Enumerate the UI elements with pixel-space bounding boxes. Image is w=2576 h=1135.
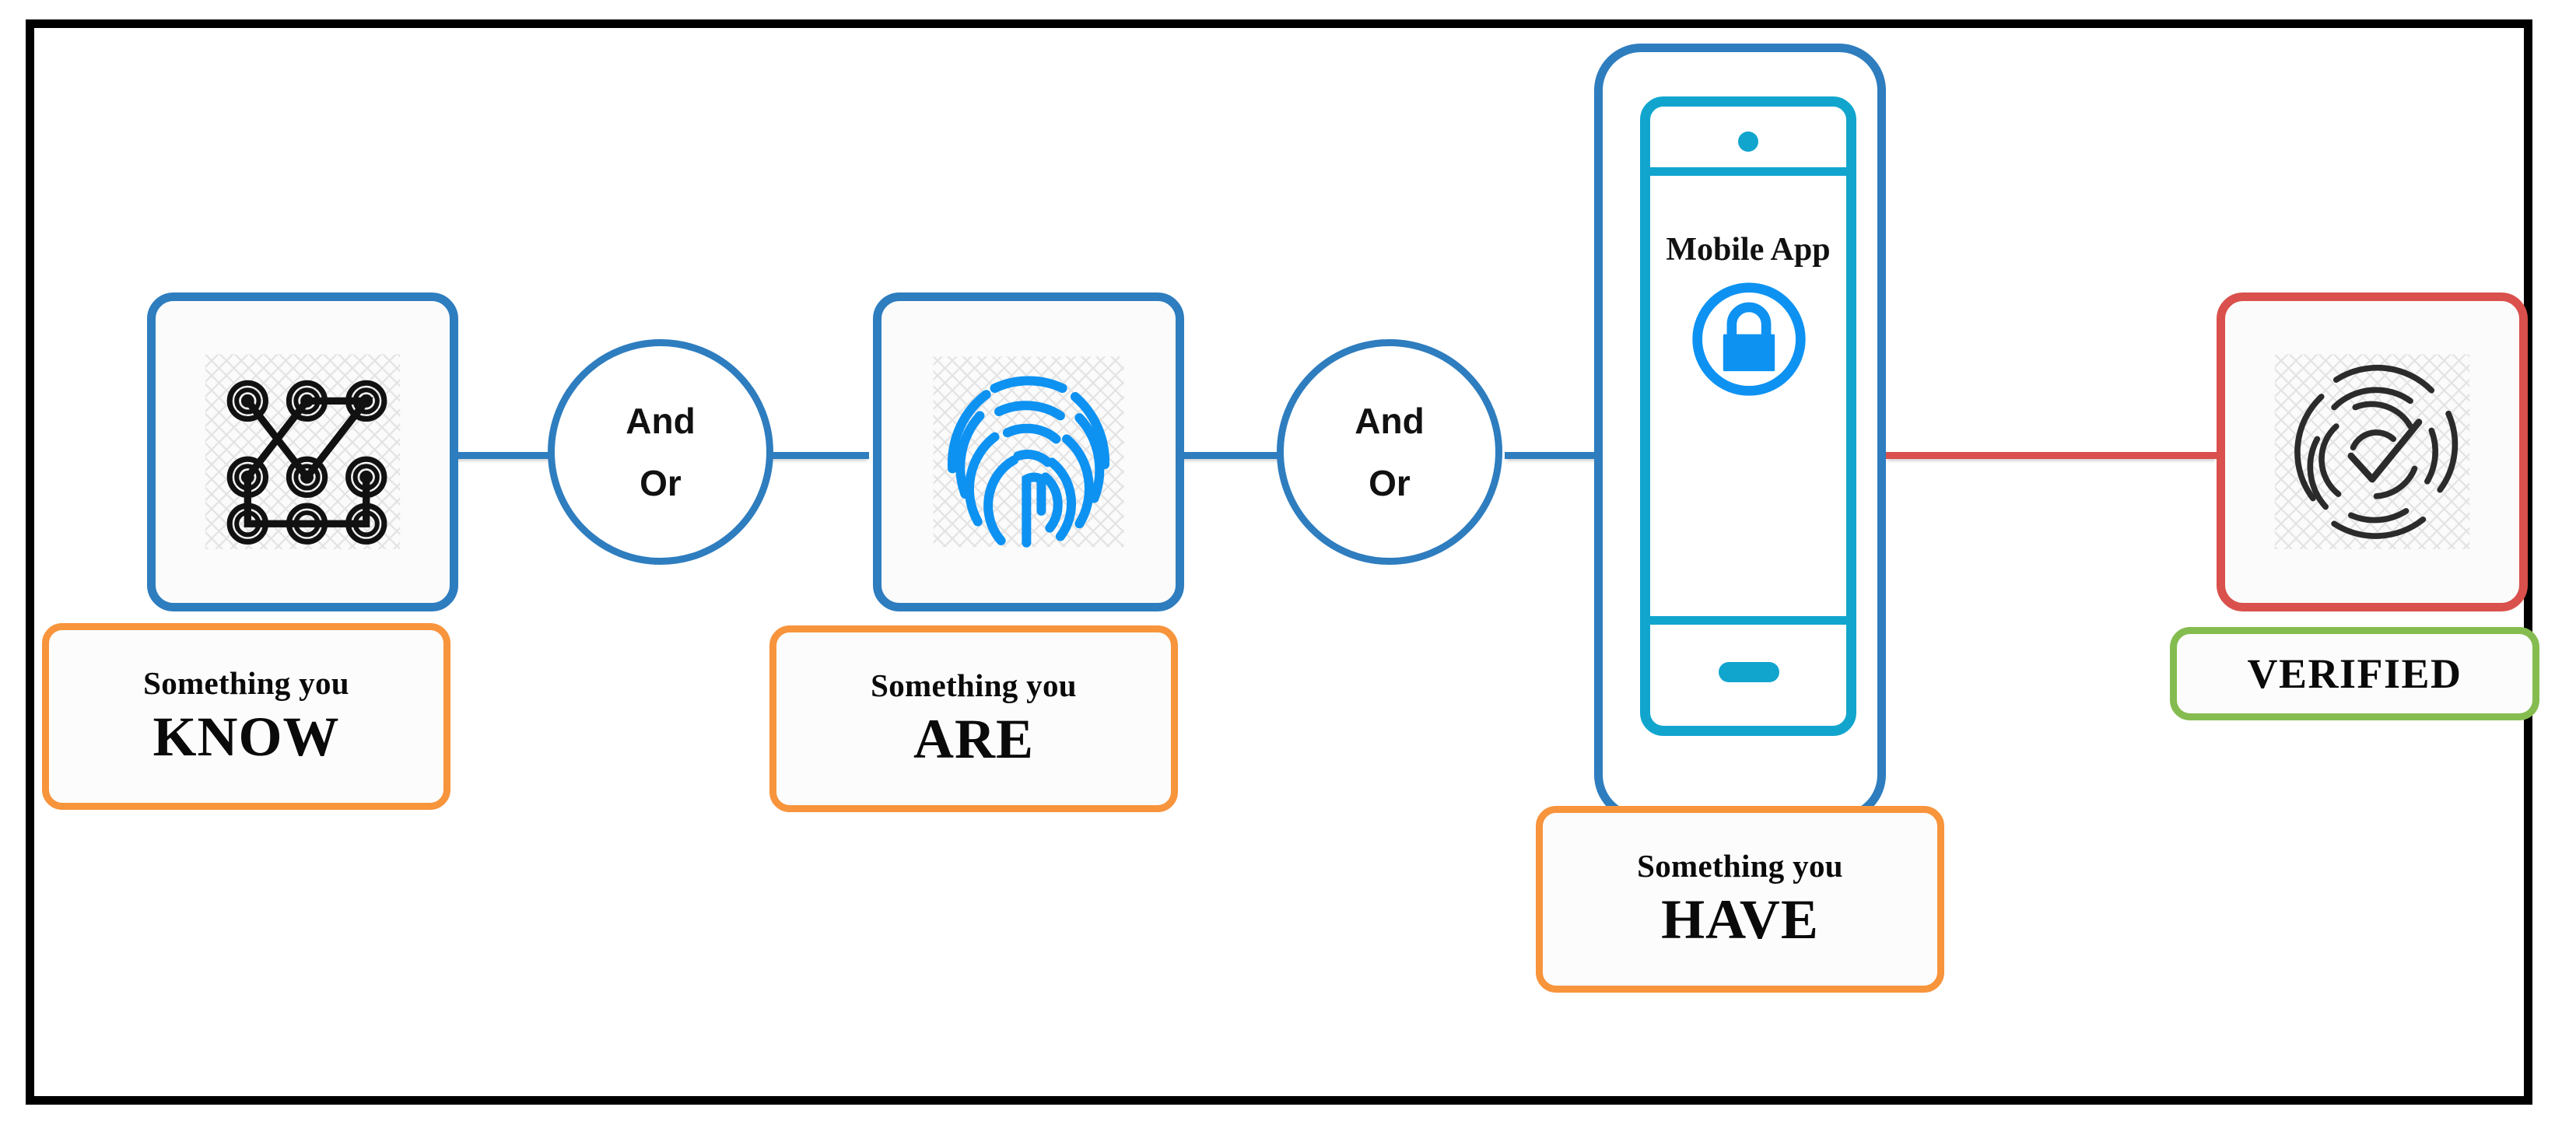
caption-are: Something you ARE [769,625,1178,812]
factor-tile-know[interactable] [147,293,458,611]
caption-are-big: ARE [913,707,1034,770]
and-or-label-line2: Or [1369,463,1411,503]
phone-home-button-icon [1719,662,1779,682]
and-or-label-line2: Or [640,463,682,503]
mobile-phone-icon: Mobile App [1640,96,1856,736]
connector-have-to-verified [1886,452,2217,459]
phone-screen-top-divider [1650,167,1846,176]
connector-node-and-or-1[interactable]: And Or [548,339,773,565]
caption-verified: VERIFIED [2170,627,2539,720]
caption-know-big: KNOW [152,705,340,768]
diagram-outer-frame: And Or And Or Mobile App Something you K… [26,19,2539,1105]
pattern-lock-icon [197,343,408,560]
caption-have: Something you HAVE [1536,806,1944,993]
caption-have-small: Something you [1637,847,1843,884]
mobile-app-label: Mobile App [1666,232,1831,268]
diagram-canvas: And Or And Or Mobile App Something you K… [0,0,2576,1135]
connector-know-to-andor1 [449,452,550,459]
caption-know: Something you KNOW [42,623,450,810]
and-or-label-line1: And [626,401,696,441]
phone-screen-bottom-divider [1650,616,1846,625]
caption-know-small: Something you [143,664,349,701]
fingerprint-icon [923,343,1134,560]
factor-tile-have[interactable]: Mobile App [1594,44,1886,821]
verified-label: VERIFIED [2247,650,2462,697]
factor-tile-are[interactable] [873,293,1184,611]
and-or-label-line1: And [1355,401,1425,441]
caption-are-small: Something you [871,667,1077,703]
phone-earpiece-icon [1738,131,1758,152]
result-tile-verified[interactable] [2217,293,2528,611]
verified-fingerprint-check-icon [2266,343,2478,560]
caption-have-big: HAVE [1661,888,1819,951]
connector-node-and-or-2[interactable]: And Or [1277,339,1502,565]
padlock-icon [1688,278,1810,401]
